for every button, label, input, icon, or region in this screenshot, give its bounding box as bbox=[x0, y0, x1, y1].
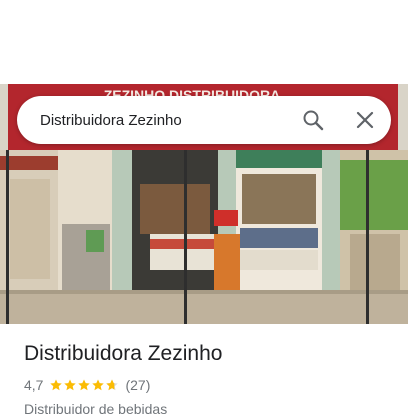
review-count[interactable]: (27) bbox=[125, 377, 150, 393]
star-icon bbox=[50, 379, 63, 391]
place-title: Distribuidora Zezinho bbox=[24, 342, 223, 365]
clear-search-button[interactable] bbox=[345, 100, 385, 140]
place-category: Distribuidor de bebidas bbox=[24, 401, 168, 417]
rating-value: 4,7 bbox=[24, 377, 44, 393]
search-button[interactable] bbox=[293, 100, 333, 140]
star-icon bbox=[92, 379, 105, 391]
star-rating bbox=[49, 378, 119, 392]
search-icon bbox=[303, 110, 324, 131]
search-input[interactable] bbox=[40, 108, 293, 132]
star-icon bbox=[64, 379, 77, 391]
place-info: Distribuidora Zezinho 4,7 (27) Distribui… bbox=[24, 340, 384, 418]
star-icon bbox=[78, 379, 91, 391]
rating-row[interactable]: 4,7 (27) bbox=[24, 376, 384, 394]
close-icon bbox=[356, 111, 374, 129]
search-bar bbox=[17, 96, 391, 144]
star-half-icon bbox=[106, 379, 119, 391]
